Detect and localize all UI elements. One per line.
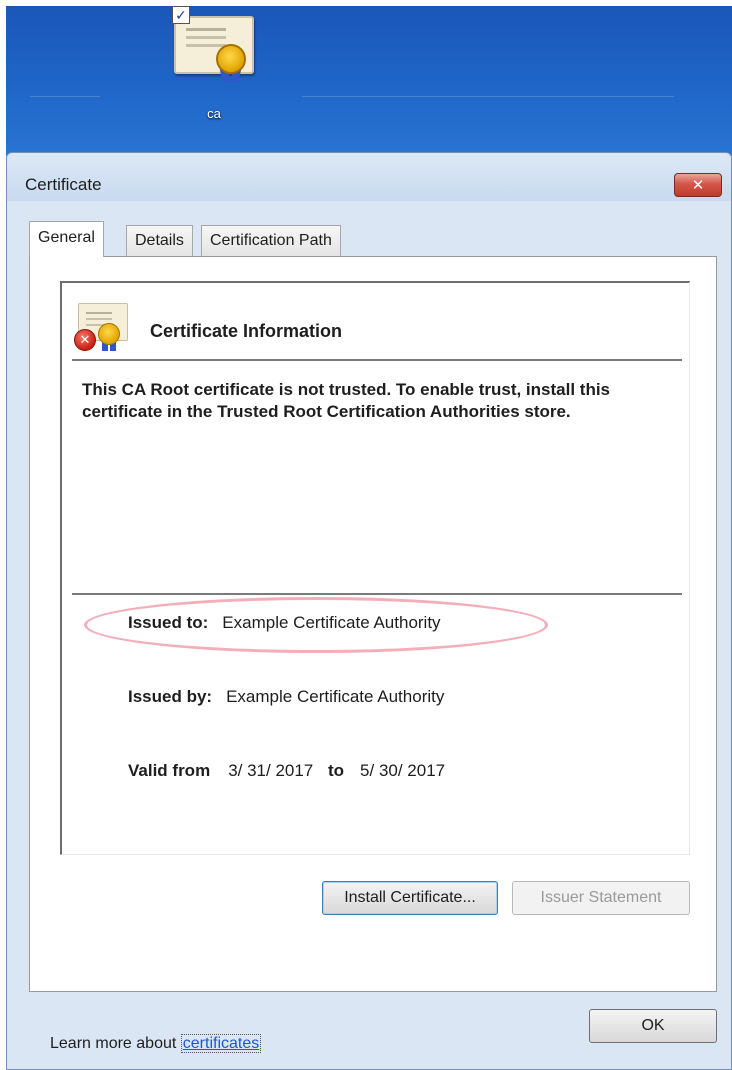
issued-to-value: Example Certificate Authority bbox=[222, 613, 441, 632]
checkbox-icon[interactable]: ✓ bbox=[172, 6, 190, 24]
tab-certification-path[interactable]: Certification Path bbox=[201, 225, 341, 256]
title-bar[interactable]: Certificate ✕ bbox=[7, 153, 731, 201]
issued-to-row: Issued to: Example Certificate Authority bbox=[128, 613, 441, 633]
tab-general[interactable]: General bbox=[29, 221, 104, 257]
desktop-certificate-shortcut[interactable]: ✓ ca bbox=[166, 6, 262, 136]
desktop-divider bbox=[302, 96, 674, 97]
issued-to-label: Issued to: bbox=[128, 613, 209, 632]
install-certificate-button[interactable]: Install Certificate... bbox=[322, 881, 498, 915]
valid-to-value: 5/ 30/ 2017 bbox=[360, 761, 446, 780]
certificates-link[interactable]: certificates bbox=[180, 1034, 262, 1053]
window-title: Certificate bbox=[25, 175, 102, 194]
valid-from-label: Valid from bbox=[128, 761, 211, 780]
desktop-icon-label: ca bbox=[207, 106, 221, 121]
ok-button[interactable]: OK bbox=[589, 1009, 717, 1043]
error-x-icon: ✕ bbox=[74, 329, 96, 351]
issuer-statement-button[interactable]: Issuer Statement bbox=[512, 881, 690, 915]
trust-warning-text: This CA Root certificate is not trusted.… bbox=[82, 380, 611, 421]
tab-details[interactable]: Details bbox=[126, 225, 193, 256]
divider bbox=[72, 593, 682, 596]
learn-more: Learn more about certificates bbox=[50, 1034, 262, 1053]
desktop: ✓ ca bbox=[6, 6, 732, 156]
close-icon: ✕ bbox=[691, 176, 705, 194]
certificate-info-box: ✕ Certificate Information This CA Root c… bbox=[60, 281, 690, 855]
seal-icon bbox=[216, 44, 246, 74]
validity-row: Valid from 3/ 31/ 2017 to 5/ 30/ 2017 bbox=[128, 761, 445, 781]
certificate-dialog: Certificate ✕ General Details Certificat… bbox=[6, 152, 732, 1070]
issued-by-label: Issued by: bbox=[128, 687, 213, 706]
info-title: Certificate Information bbox=[150, 321, 343, 341]
issued-by-value: Example Certificate Authority bbox=[226, 687, 445, 706]
certificate-error-icon: ✕ bbox=[74, 301, 134, 353]
desktop-divider bbox=[30, 96, 100, 97]
learn-more-text: Learn more about bbox=[50, 1035, 177, 1052]
issued-by-row: Issued by: Example Certificate Authority bbox=[128, 687, 444, 707]
seal-icon bbox=[98, 323, 120, 345]
close-button[interactable]: ✕ bbox=[674, 173, 722, 197]
general-tab-panel: ✕ Certificate Information This CA Root c… bbox=[29, 256, 717, 1053]
divider bbox=[72, 359, 682, 362]
valid-from-value: 3/ 31/ 2017 bbox=[228, 761, 314, 780]
valid-to-label: to bbox=[328, 761, 345, 780]
